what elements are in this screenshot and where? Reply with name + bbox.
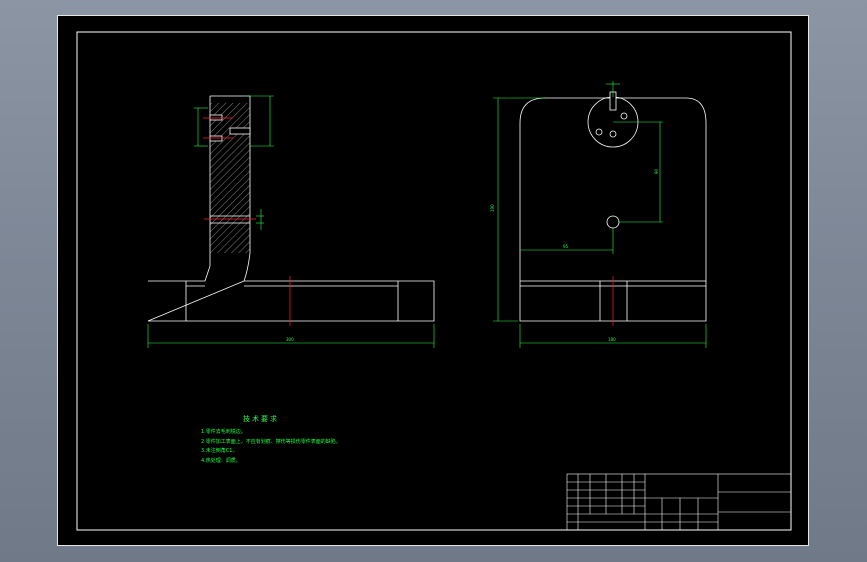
screw-hole-lower xyxy=(209,135,223,142)
note-line: 3.未注倒角C1。 xyxy=(201,448,238,454)
side-offset-h-dim: 95 xyxy=(563,244,569,249)
bore-hole-3 xyxy=(609,130,617,138)
front-dimensions xyxy=(147,95,435,348)
upright-section-hatch xyxy=(210,103,250,253)
front-view xyxy=(147,95,435,322)
locating-hole xyxy=(606,215,620,229)
note-line: 2.零件加工表面上，不应有划痕、擦伤等损伤零件表面的缺陷。 xyxy=(201,438,341,445)
title-block xyxy=(566,473,792,531)
side-height-dim: 190 xyxy=(490,204,495,212)
dowel-hole xyxy=(229,127,251,135)
side-offset-v-dim: 90 xyxy=(654,168,659,174)
base-outline xyxy=(147,280,435,322)
screw-hole-upper xyxy=(209,114,223,121)
note-line: 1.零件去毛刺锐边。 xyxy=(201,429,246,435)
side-width-dim: 180 xyxy=(608,337,616,342)
note-line: 4.热处理：调质。 xyxy=(201,457,241,464)
technical-notes: 1.零件去毛刺锐边。 2.零件加工表面上，不应有划痕、擦伤等损伤零件表面的缺陷。… xyxy=(201,428,341,466)
drawing-sheet: 300 180 190 90 95 技术要求 1.零件去毛刺锐边。 2.零件加工… xyxy=(57,15,809,546)
side-dimensions xyxy=(493,81,707,348)
cad-drawing-canvas: 300 180 190 90 95 xyxy=(76,31,792,531)
bore-hole-2 xyxy=(620,112,628,120)
notes-title: 技术要求 xyxy=(243,415,279,423)
front-width-dim: 300 xyxy=(286,337,294,342)
bore-hole-1 xyxy=(595,128,603,136)
